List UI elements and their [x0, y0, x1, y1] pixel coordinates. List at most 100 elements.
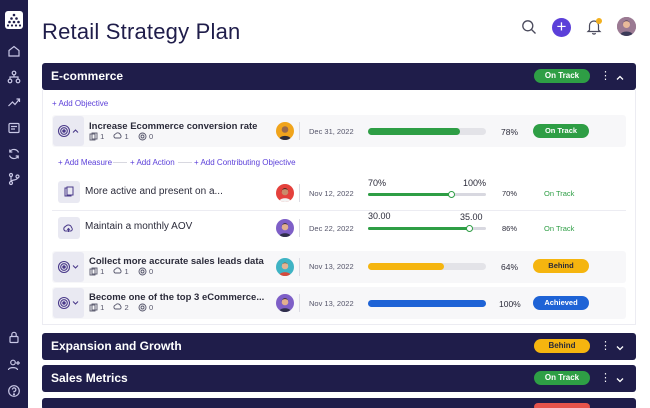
- add-contributing-objective-link[interactable]: + Add Contributing Objective: [194, 158, 296, 167]
- owner-avatar[interactable]: [276, 184, 294, 202]
- notification-dot: [596, 18, 602, 24]
- measure-count: 1: [100, 303, 105, 312]
- section-sales-metrics-header[interactable]: Sales Metrics On Track ⋮: [42, 365, 636, 392]
- progress-fill: [368, 263, 444, 270]
- objective-toggle[interactable]: [53, 288, 84, 318]
- contributing-count: 0: [149, 303, 154, 312]
- slider-fill: [368, 193, 451, 196]
- measure-slider[interactable]: [368, 191, 486, 198]
- due-date: Dec 31, 2022: [309, 127, 354, 136]
- measure-title[interactable]: Maintain a monthly AOV: [85, 221, 192, 232]
- action-count-icon: [113, 267, 122, 276]
- home-icon[interactable]: [7, 44, 21, 58]
- action-count: 1: [124, 132, 129, 141]
- slider-handle[interactable]: [447, 191, 455, 198]
- due-date: Dec 22, 2022: [309, 224, 354, 233]
- divider: [299, 258, 300, 276]
- action-count-icon: [113, 132, 122, 141]
- user-add-icon[interactable]: [7, 358, 21, 372]
- current-value: 70%: [368, 178, 387, 188]
- progress-bar: [368, 263, 486, 270]
- objective-toggle[interactable]: [53, 116, 84, 146]
- owner-avatar[interactable]: [276, 122, 294, 140]
- search-icon[interactable]: [521, 19, 537, 35]
- progress-percent: 64%: [501, 262, 519, 272]
- status-badge: On Track: [533, 124, 589, 138]
- owner-avatar[interactable]: [276, 294, 294, 312]
- progress-bar: [368, 128, 486, 135]
- owner-avatar[interactable]: [276, 258, 294, 276]
- sidebar: [0, 0, 28, 408]
- section-title: Expansion and Growth: [51, 339, 182, 353]
- contributing-count-icon: [138, 267, 147, 276]
- chevron-down-icon[interactable]: [615, 372, 625, 383]
- measure-count: 1: [100, 267, 105, 276]
- section-ecommerce-header[interactable]: E-commerce On Track ⋮: [42, 63, 636, 90]
- section-title: E-commerce: [51, 69, 124, 83]
- current-value: 30.00: [368, 211, 391, 221]
- app-root: Retail Strategy Plan + E-commerce On Tra…: [0, 0, 650, 408]
- more-options-icon[interactable]: ⋮: [600, 339, 611, 353]
- add-button[interactable]: +: [552, 18, 571, 37]
- measure-count-icon: [89, 267, 98, 276]
- contributing-count: 0: [149, 132, 154, 141]
- objective-toggle[interactable]: [53, 252, 84, 282]
- chevron-up-icon[interactable]: [615, 70, 625, 80]
- owner-avatar[interactable]: [276, 219, 294, 237]
- due-date: Nov 13, 2022: [309, 262, 354, 271]
- more-options-icon[interactable]: ⋮: [600, 69, 611, 83]
- status-badge: Behind: [533, 259, 589, 273]
- divider: [299, 122, 300, 140]
- contributing-count: 0: [149, 267, 154, 276]
- objective-title[interactable]: Become one of the top 3 eCommerce...: [89, 292, 264, 303]
- lock-icon[interactable]: [7, 330, 21, 344]
- target-value: 35.00: [460, 212, 483, 222]
- more-options-icon[interactable]: ⋮: [600, 371, 611, 385]
- user-avatar[interactable]: [617, 17, 636, 36]
- section-next-header[interactable]: [42, 398, 636, 408]
- status-badge: On Track: [534, 371, 590, 385]
- bell-icon[interactable]: [586, 18, 602, 35]
- objective-counts: 1 1 0: [89, 267, 153, 276]
- divider: [299, 184, 300, 202]
- divider: [178, 162, 192, 163]
- status-badge: [534, 403, 590, 408]
- add-objective-link[interactable]: + Add Objective: [52, 99, 108, 108]
- divider: [52, 210, 626, 211]
- measure-title[interactable]: More active and present on a...: [85, 186, 223, 197]
- status-badge: Achieved: [533, 296, 589, 310]
- add-action-link[interactable]: + Add Action: [130, 158, 175, 167]
- hierarchy-icon[interactable]: [7, 70, 21, 84]
- progress-fill: [368, 128, 461, 135]
- inbox-icon[interactable]: [7, 121, 21, 135]
- help-icon[interactable]: [7, 384, 21, 398]
- section-expansion-header[interactable]: Expansion and Growth Behind ⋮: [42, 333, 636, 360]
- add-measure-link[interactable]: + Add Measure: [58, 158, 112, 167]
- due-date: Nov 12, 2022: [309, 189, 354, 198]
- progress-bar: [368, 300, 486, 307]
- objective-title[interactable]: Increase Ecommerce conversion rate: [89, 121, 257, 132]
- refresh-icon[interactable]: [7, 147, 21, 161]
- progress-fill: [368, 300, 486, 307]
- status-badge: Behind: [534, 339, 590, 353]
- action-icon: [58, 217, 80, 239]
- due-date: Nov 13, 2022: [309, 299, 354, 308]
- action-count-icon: [113, 303, 122, 312]
- progress-percent: 78%: [501, 127, 519, 137]
- chevron-down-icon[interactable]: [615, 340, 625, 351]
- page-title: Retail Strategy Plan: [42, 19, 241, 44]
- trend-up-icon[interactable]: [7, 95, 21, 109]
- measure-icon: [58, 181, 80, 203]
- divider: [299, 294, 300, 312]
- divider: [299, 219, 300, 237]
- progress-percent: 70%: [502, 189, 518, 198]
- apps-logo-icon[interactable]: [5, 11, 23, 29]
- measure-slider[interactable]: [368, 225, 486, 232]
- target-value: 100%: [463, 178, 487, 188]
- objective-title[interactable]: Collect more accurate sales leads data: [89, 256, 264, 267]
- objective-counts: 1 2 0: [89, 303, 153, 312]
- objective-counts: 1 1 0: [89, 132, 153, 141]
- status-text: On Track: [544, 189, 575, 198]
- measure-count-icon: [89, 132, 98, 141]
- branch-icon[interactable]: [7, 172, 21, 186]
